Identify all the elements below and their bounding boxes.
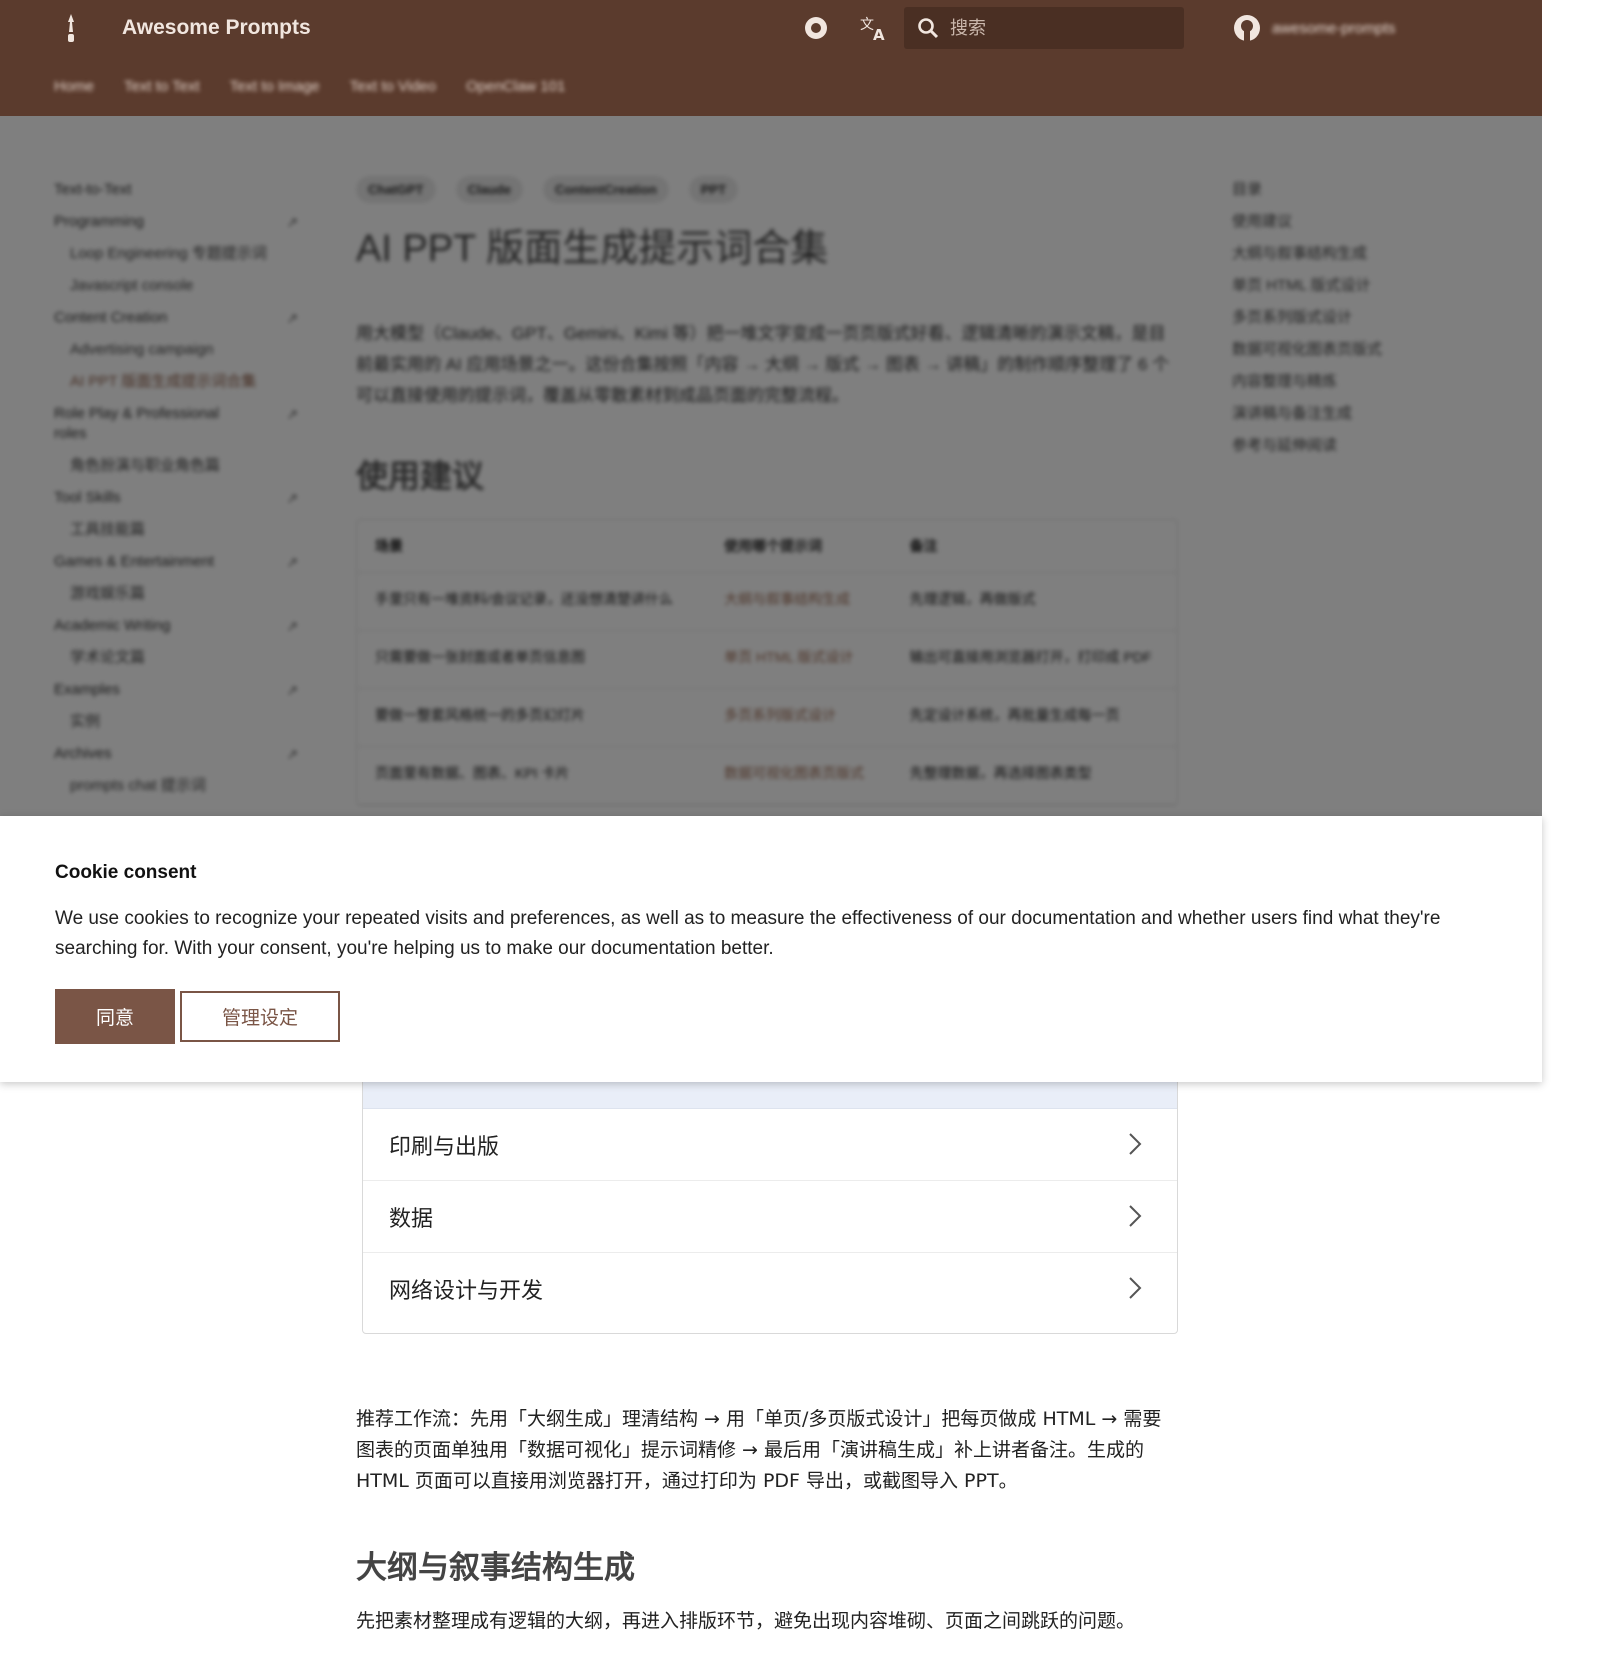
consent-title: Cookie consent bbox=[55, 862, 197, 883]
tab-text-to-video[interactable]: Text to Video bbox=[350, 78, 436, 95]
tab-text-to-image[interactable]: Text to Image bbox=[230, 78, 320, 95]
search-box[interactable] bbox=[904, 7, 1184, 49]
svg-text:文: 文 bbox=[860, 17, 874, 33]
translate-icon[interactable]: 文 A bbox=[859, 14, 889, 42]
manage-settings-button[interactable]: 管理设定 bbox=[180, 991, 340, 1042]
category-item[interactable]: 印刷与出版 bbox=[363, 1109, 1177, 1181]
top-tabs: Home Text to Text Text to Image Text to … bbox=[54, 78, 565, 95]
accept-button[interactable]: 同意 bbox=[55, 989, 175, 1044]
github-icon[interactable] bbox=[1232, 13, 1262, 43]
header-top-row: Awesome Prompts 文 A awesome-prompts bbox=[0, 0, 1542, 58]
chevron-right-icon bbox=[1129, 1205, 1142, 1227]
consent-text: We use cookies to recognize your repeate… bbox=[55, 908, 1441, 959]
chevron-right-icon bbox=[1129, 1133, 1142, 1155]
category-label: 数据 bbox=[389, 1206, 434, 1232]
category-item[interactable]: 数据 bbox=[363, 1181, 1177, 1253]
site-title[interactable]: Awesome Prompts bbox=[122, 16, 311, 40]
logo-icon[interactable] bbox=[56, 12, 86, 46]
outline-intro: 先把素材整理成有逻辑的大纲，再进入排版环节，避免出现内容堆砌、页面之间跳跃的问题… bbox=[356, 1610, 1136, 1632]
category-item[interactable]: 网络设计与开发 bbox=[363, 1253, 1177, 1325]
category-label: 网络设计与开发 bbox=[389, 1279, 544, 1304]
tab-home[interactable]: Home bbox=[54, 78, 94, 95]
tab-text-to-text[interactable]: Text to Text bbox=[124, 78, 200, 95]
category-list: 印刷与出版 数据 网络设计与开发 bbox=[362, 1046, 1178, 1334]
modal-scrim bbox=[0, 116, 1542, 816]
category-label: 印刷与出版 bbox=[389, 1134, 500, 1160]
repo-label[interactable]: awesome-prompts bbox=[1272, 20, 1395, 37]
tab-openclaw[interactable]: OpenClaw 101 bbox=[466, 78, 565, 95]
cookie-consent-dialog: Cookie consent We use cookies to recogni… bbox=[0, 816, 1542, 1082]
search-input[interactable] bbox=[950, 13, 1170, 43]
chevron-right-icon bbox=[1129, 1277, 1142, 1299]
palette-icon[interactable] bbox=[802, 14, 830, 42]
section-heading-outline: 大纲与叙事结构生成 bbox=[356, 1550, 635, 1586]
search-icon bbox=[918, 18, 939, 39]
svg-text:A: A bbox=[873, 26, 885, 42]
site-header: Awesome Prompts 文 A awesome-prompts Home… bbox=[0, 0, 1542, 116]
workflow-paragraph: 推荐工作流：先用「大纲生成」理清结构 → 用「单页/多页版式设计」把每页做成 H… bbox=[356, 1408, 1162, 1492]
